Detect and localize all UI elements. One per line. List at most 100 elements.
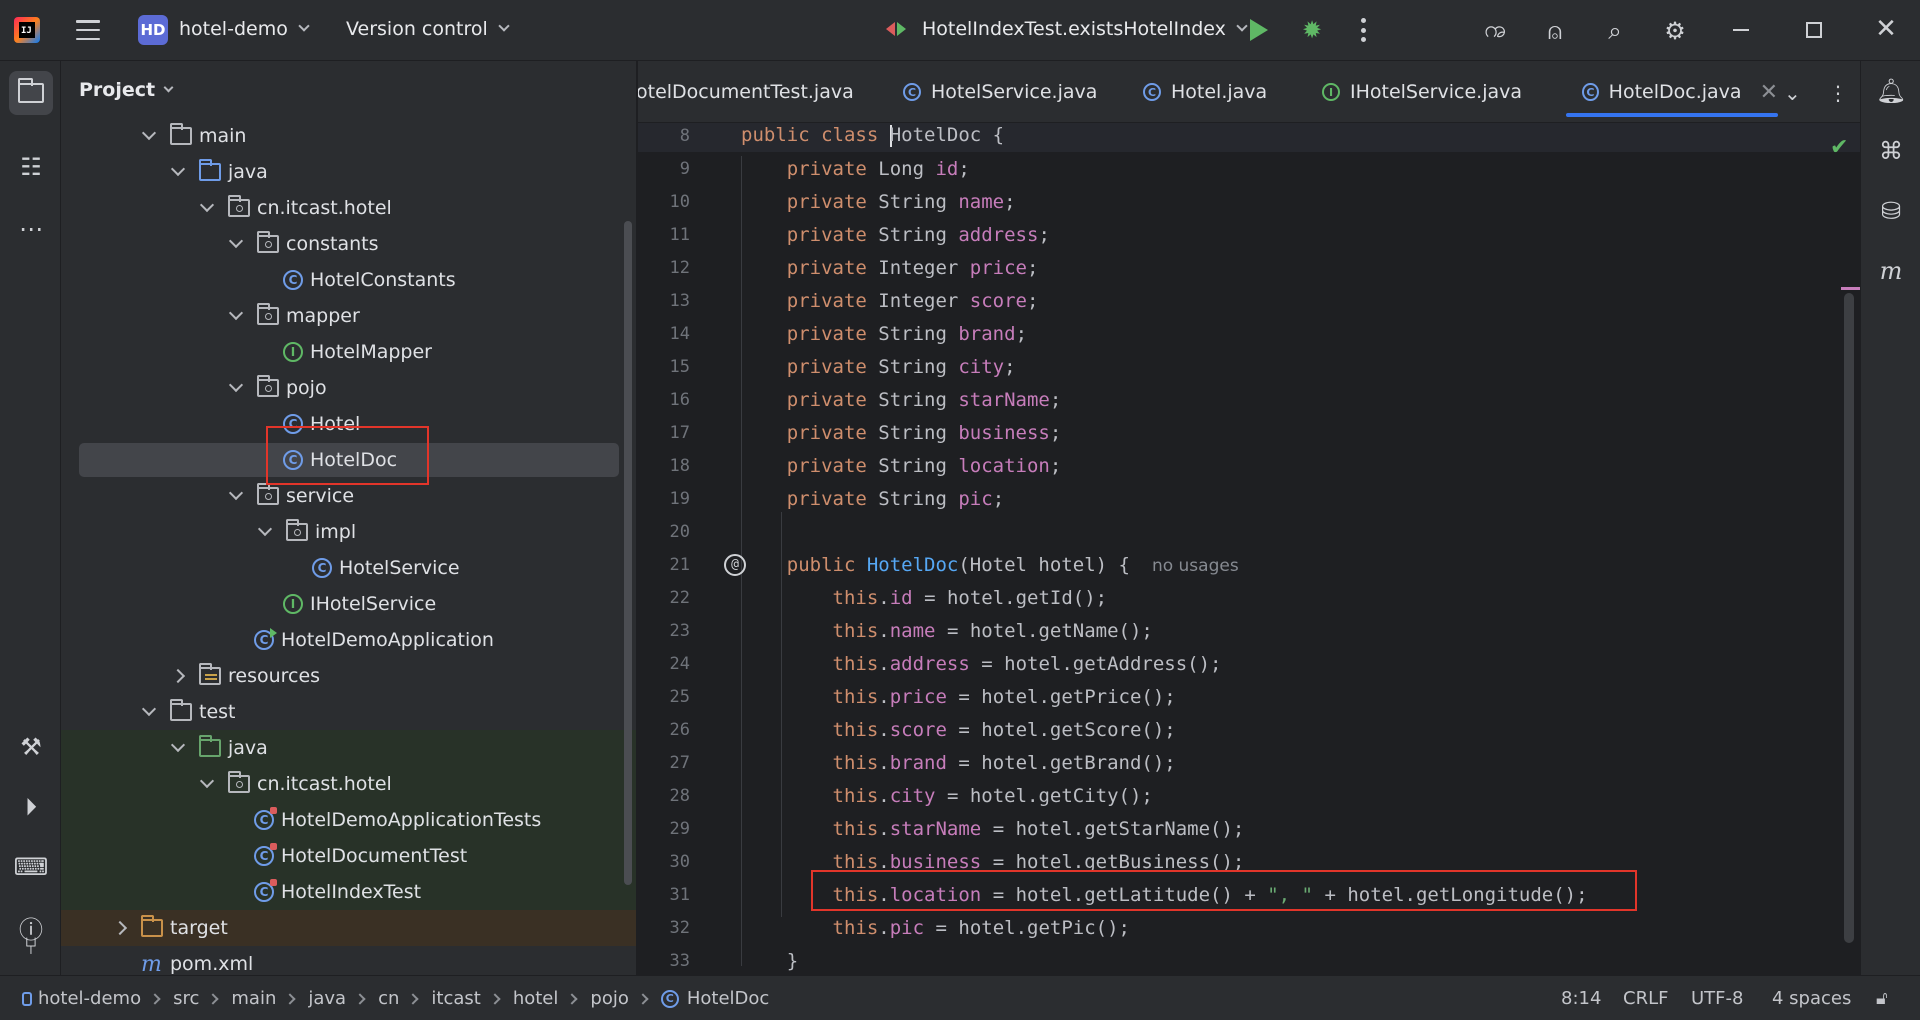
code-line[interactable]: 21 @ public HotelDoc(Hotel hotel) {no usa… [638, 548, 1860, 581]
tab-ihotelservice[interactable]: I IHotelService.java [1322, 61, 1522, 122]
code-line[interactable]: 22 this.id = hotel.getId(); [638, 581, 1860, 614]
maven-icon[interactable]: m [1875, 255, 1907, 287]
tree-node[interactable]: C HotelDocumentTest [61, 838, 636, 874]
project-switcher[interactable]: hotel-demo [179, 18, 310, 40]
breadcrumb-item[interactable]: src [173, 988, 199, 1009]
tree-node[interactable]: C HotelService [61, 550, 636, 586]
search-icon[interactable]: ⌕ [1600, 16, 1630, 46]
tab-hotel[interactable]: C Hotel.java [1143, 61, 1267, 122]
tab-hoteldoc[interactable]: C HotelDoc.java ✕ [1566, 61, 1778, 122]
build-tool-button[interactable]: ⚒ [9, 725, 53, 769]
tree-node[interactable]: mapper [61, 298, 636, 334]
code-line[interactable]: 16 private String starName; [638, 383, 1860, 416]
settings-gear-icon[interactable]: ⚙ [1660, 16, 1690, 46]
breadcrumb-item[interactable]: cn [378, 988, 399, 1009]
breadcrumb-item[interactable]: hotel-demo [38, 988, 141, 1009]
tree-node[interactable]: C HotelConstants [61, 262, 636, 298]
chevron-right-icon[interactable] [170, 668, 186, 684]
line-number[interactable]: 9 [638, 159, 690, 179]
line-number[interactable]: 29 [638, 819, 690, 839]
line-number[interactable]: 18 [638, 456, 690, 476]
line-number[interactable]: 19 [638, 489, 690, 509]
code-line[interactable]: 8 public class HotelDoc { [638, 123, 1860, 152]
code-line[interactable]: 27 this.brand = hotel.getBrand(); [638, 746, 1860, 779]
structure-tool-button[interactable]: ☷ [9, 145, 53, 189]
code-line[interactable]: 25 this.price = hotel.getPrice(); [638, 680, 1860, 713]
code-line[interactable]: 33 } [638, 944, 1860, 975]
line-number[interactable]: 22 [638, 588, 690, 608]
tree-node[interactable]: cn.itcast.hotel [61, 766, 636, 802]
line-number[interactable]: 16 [638, 390, 690, 410]
chevron-down-icon[interactable] [228, 485, 244, 501]
breadcrumb-item[interactable]: HotelDoc [687, 988, 769, 1009]
line-number[interactable]: 32 [638, 918, 690, 938]
line-number[interactable]: 20 [638, 522, 690, 542]
code-line[interactable]: 13 private Integer score; [638, 284, 1860, 317]
line-number[interactable]: 13 [638, 291, 690, 311]
chevron-down-icon[interactable] [228, 305, 244, 321]
tree-node[interactable]: test [61, 694, 636, 730]
tree-node[interactable]: C HotelDemoApplication [61, 622, 636, 658]
breadcrumb-item[interactable]: itcast [431, 988, 480, 1009]
code-line[interactable]: 9 private Long id; [638, 152, 1860, 185]
line-number[interactable]: 23 [638, 621, 690, 641]
line-separator[interactable]: CRLF [1623, 988, 1668, 1009]
services-tool-button[interactable]: ⏵ [9, 785, 53, 829]
breadcrumb-item[interactable]: pojo [590, 988, 628, 1009]
project-panel-header[interactable]: Project [79, 79, 174, 101]
tree-node[interactable]: target [61, 910, 636, 946]
tree-node[interactable]: C HotelIndexTest [61, 874, 636, 910]
minimize-icon[interactable] [1733, 29, 1749, 31]
line-number[interactable]: 11 [638, 225, 690, 245]
line-number[interactable]: 33 [638, 951, 690, 971]
version-control-menu[interactable]: Version control [346, 18, 510, 40]
code-line[interactable]: 14 private String brand; [638, 317, 1860, 350]
chevron-down-icon[interactable] [170, 737, 186, 753]
chevron-down-icon[interactable] [170, 161, 186, 177]
line-number[interactable]: 30 [638, 852, 690, 872]
chevron-down-icon[interactable] [141, 125, 157, 141]
code-line[interactable]: 20 [638, 515, 1860, 548]
line-number[interactable]: 26 [638, 720, 690, 740]
more-tools-button[interactable]: ⋯ [9, 207, 53, 251]
chevron-right-icon[interactable] [112, 920, 128, 936]
close-icon[interactable]: ✕ [1874, 14, 1898, 44]
usage-inlay-hint[interactable]: no usages [1152, 556, 1239, 576]
line-number[interactable]: 15 [638, 357, 690, 377]
file-encoding[interactable]: UTF-8 [1691, 988, 1743, 1009]
line-number[interactable]: 28 [638, 786, 690, 806]
terminal-tool-button[interactable]: ⌨ [9, 845, 53, 889]
chevron-down-icon[interactable] [228, 377, 244, 393]
code-line[interactable]: 26 this.score = hotel.getScore(); [638, 713, 1860, 746]
tree-node[interactable]: C HotelDemoApplicationTests [61, 802, 636, 838]
code-line[interactable]: 11 private String address; [638, 218, 1860, 251]
caret-position[interactable]: 8:14 [1561, 988, 1601, 1009]
close-icon[interactable]: ✕ [1760, 80, 1778, 105]
breadcrumb-item[interactable]: hotel [513, 988, 559, 1009]
lock-icon[interactable]: 🔓︎ [1876, 988, 1888, 1009]
line-number[interactable]: 17 [638, 423, 690, 443]
chevron-down-icon[interactable] [199, 197, 215, 213]
more-vertical-icon[interactable]: ⋮ [1828, 81, 1848, 105]
run-icon[interactable] [1250, 19, 1268, 41]
code-line[interactable]: 18 private String location; [638, 449, 1860, 482]
project-badge[interactable]: HD [138, 15, 168, 45]
line-number[interactable]: 25 [638, 687, 690, 707]
no-problems-check-icon[interactable]: ✔ [1830, 135, 1848, 160]
code-line[interactable]: 10 private String name; [638, 185, 1860, 218]
code-editor[interactable]: 8 public class HotelDoc {9 private Long i… [638, 123, 1860, 975]
code-line[interactable]: 12 private Integer price; [638, 251, 1860, 284]
tree-node[interactable]: java [61, 730, 636, 766]
breadcrumb-item[interactable]: java [308, 988, 346, 1009]
code-line[interactable]: 17 private String business; [638, 416, 1860, 449]
code-line[interactable]: 29 this.starName = hotel.getStarName(); [638, 812, 1860, 845]
run-configuration-selector[interactable]: HotelIndexTest.existsHotelIndex [886, 18, 1248, 40]
line-number[interactable]: 12 [638, 258, 690, 278]
tree-node[interactable]: constants [61, 226, 636, 262]
tab-hotelservice[interactable]: C HotelService.java [903, 61, 1097, 122]
main-menu-icon[interactable] [76, 20, 100, 40]
git-icon[interactable]: ⑂ [9, 924, 53, 968]
chevron-down-icon[interactable] [257, 521, 273, 537]
add-user-icon[interactable]: ⍝ [1540, 16, 1570, 46]
tree-node[interactable]: resources [61, 658, 636, 694]
